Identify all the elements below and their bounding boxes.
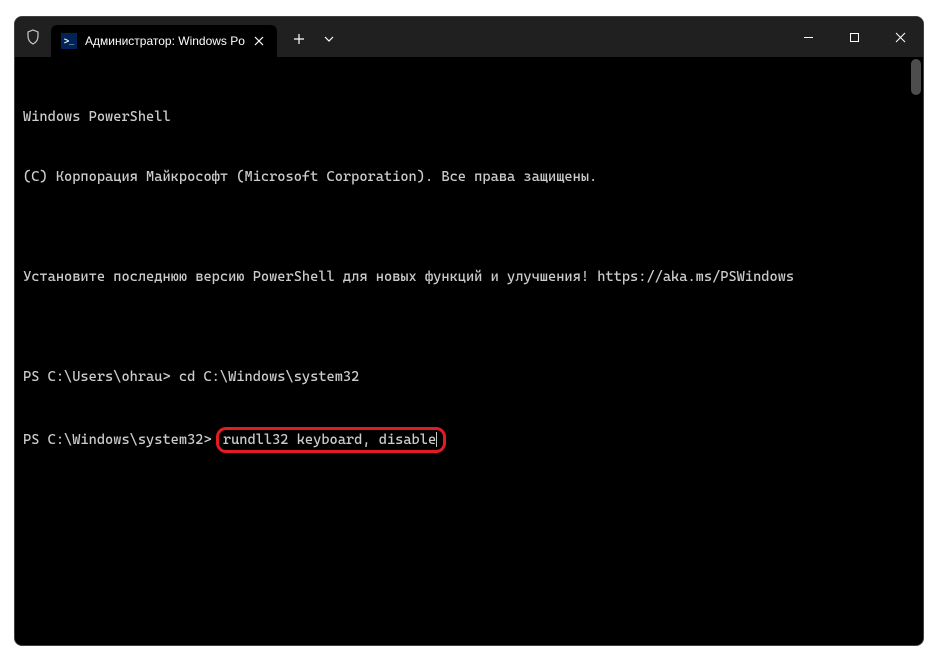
prompt-line: PS C:\Users\ohrau> cd C:\Windows\system3… (23, 367, 915, 387)
active-tab[interactable]: >_ Администратор: Windows Po (51, 25, 277, 57)
prompt-prefix: PS C:\Users\ohrau> (23, 369, 179, 385)
tab-title: Администратор: Windows Po (85, 34, 245, 48)
command-text: cd C:\Windows\system32 (179, 369, 359, 385)
tab-close-button[interactable] (249, 31, 269, 51)
tab-dropdown-button[interactable] (315, 23, 343, 55)
output-line: (C) Корпорация Майкрософт (Microsoft Cor… (23, 167, 915, 187)
output-line: Установите последнюю версию PowerShell д… (23, 267, 915, 287)
text-cursor (436, 432, 437, 447)
powershell-icon-glyph: >_ (64, 36, 74, 46)
shield-icon (15, 17, 51, 57)
terminal-body[interactable]: Windows PowerShell (C) Корпорация Майкро… (15, 57, 923, 645)
powershell-icon: >_ (61, 33, 77, 49)
close-button[interactable] (877, 17, 923, 57)
titlebar: >_ Администратор: Windows Po (15, 17, 923, 57)
new-tab-button[interactable] (283, 23, 315, 55)
window-controls (785, 17, 923, 57)
command-text: rundll32 keyboard, disable (223, 432, 436, 448)
highlighted-command: rundll32 keyboard, disable (216, 427, 446, 453)
maximize-button[interactable] (831, 17, 877, 57)
output-line: Windows PowerShell (23, 107, 915, 127)
prompt-line-current: PS C:\Windows\system32> rundll32 keyboar… (23, 427, 915, 453)
minimize-button[interactable] (785, 17, 831, 57)
scrollbar-thumb[interactable] (911, 59, 921, 95)
terminal-window: >_ Администратор: Windows Po Window (14, 16, 924, 646)
prompt-prefix: PS C:\Windows\system32> (23, 430, 220, 450)
